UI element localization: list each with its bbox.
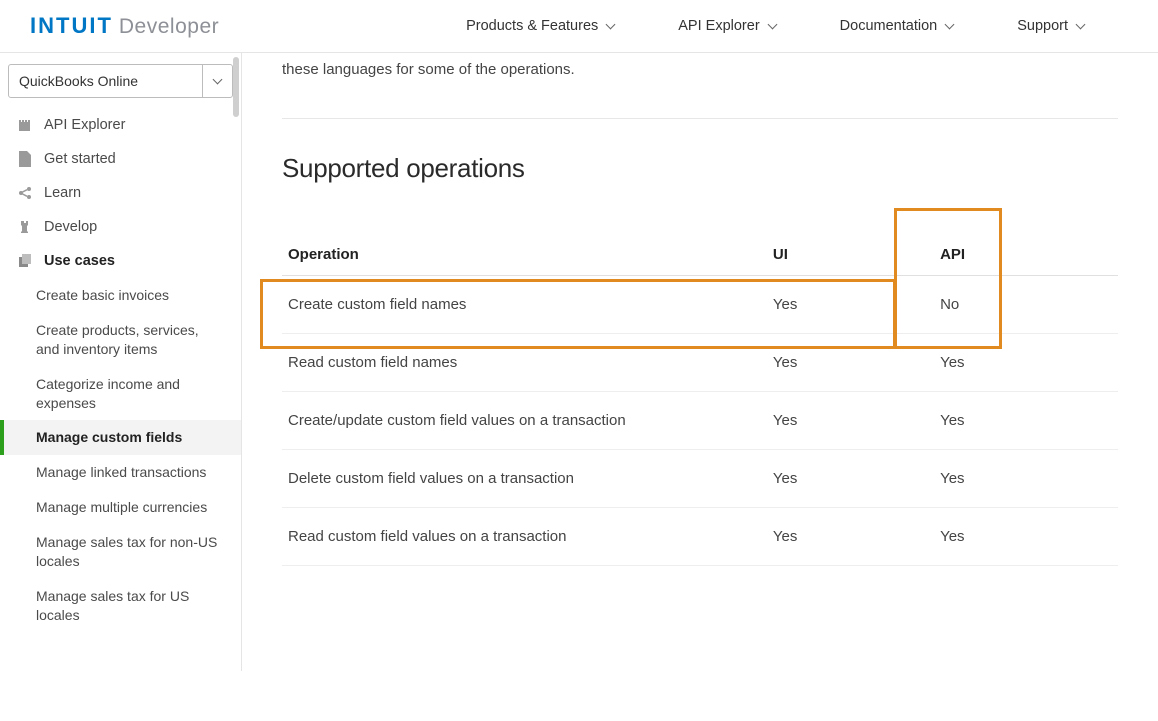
logo-brand: INTUIT xyxy=(30,13,113,39)
nav-api-explorer[interactable]: API Explorer xyxy=(678,18,779,34)
section-divider xyxy=(282,118,1118,119)
cell-ui: Yes xyxy=(767,392,934,450)
cell-operation: Read custom field names xyxy=(282,334,767,392)
sidebar-item-api-explorer[interactable]: API Explorer xyxy=(0,108,241,142)
cell-operation: Create custom field names xyxy=(282,276,767,334)
sidebar-usecase-item[interactable]: Manage sales tax for US locales xyxy=(0,579,241,633)
table-header-row: Operation UI API xyxy=(282,234,1118,276)
sidebar-item-get-started[interactable]: Get started xyxy=(0,142,241,176)
chevron-down-icon xyxy=(1074,19,1088,33)
sidebar-nav: API Explorer Get started Learn Develop xyxy=(0,108,241,278)
top-nav: INTUIT Developer Products & Features API… xyxy=(0,0,1158,53)
sidebar-item-learn[interactable]: Learn xyxy=(0,176,241,210)
cell-operation: Delete custom field values on a transact… xyxy=(282,450,767,508)
sidebar-usecases: Create basic invoicesCreate products, se… xyxy=(0,278,241,633)
table-row: Delete custom field values on a transact… xyxy=(282,450,1118,508)
operations-table: Operation UI API Create custom field nam… xyxy=(282,234,1118,566)
sidebar-usecase-item[interactable]: Manage linked transactions xyxy=(0,455,241,490)
sidebar-item-develop[interactable]: Develop xyxy=(0,210,241,244)
cell-ui: Yes xyxy=(767,334,934,392)
th-ui: UI xyxy=(767,234,934,276)
nav-label: Support xyxy=(1017,18,1068,34)
copy-icon xyxy=(16,252,34,270)
chevron-down-icon xyxy=(766,19,780,33)
cell-operation: Create/update custom field values on a t… xyxy=(282,392,767,450)
table-row: Read custom field namesYesYes xyxy=(282,334,1118,392)
sidebar-usecase-item[interactable]: Categorize income and expenses xyxy=(0,367,241,421)
sidebar-item-label: Use cases xyxy=(44,253,115,269)
section-title: Supported operations xyxy=(282,153,1118,184)
nav-label: Documentation xyxy=(840,18,938,34)
sidebar-usecase-item[interactable]: Create products, services, and inventory… xyxy=(0,313,241,367)
intro-text: these languages for some of the operatio… xyxy=(282,61,1118,78)
table-row: Read custom field values on a transactio… xyxy=(282,508,1118,566)
chevron-down-icon xyxy=(211,74,225,88)
top-nav-items: Products & Features API Explorer Documen… xyxy=(219,18,1128,34)
sidebar-scrollbar[interactable] xyxy=(231,55,241,721)
castle-icon xyxy=(16,116,34,134)
sidebar-item-label: API Explorer xyxy=(44,117,125,133)
sidebar: QuickBooks Online API Explorer Get start… xyxy=(0,53,242,671)
sidebar-usecase-item[interactable]: Create basic invoices xyxy=(0,278,241,313)
table-row: Create/update custom field values on a t… xyxy=(282,392,1118,450)
table-highlight-wrap: Operation UI API Create custom field nam… xyxy=(282,234,1118,566)
sidebar-item-label: Develop xyxy=(44,219,97,235)
cell-api: Yes xyxy=(934,334,1118,392)
main-content: these languages for some of the operatio… xyxy=(242,53,1158,671)
nav-label: API Explorer xyxy=(678,18,759,34)
product-selector-value: QuickBooks Online xyxy=(9,65,202,97)
nav-products-features[interactable]: Products & Features xyxy=(466,18,618,34)
share-icon xyxy=(16,184,34,202)
cell-api: Yes xyxy=(934,450,1118,508)
cell-api: No xyxy=(934,276,1118,334)
cell-api: Yes xyxy=(934,508,1118,566)
sidebar-item-use-cases[interactable]: Use cases xyxy=(0,244,241,278)
cell-ui: Yes xyxy=(767,508,934,566)
sidebar-usecase-item[interactable]: Manage multiple currencies xyxy=(0,490,241,525)
product-selector-toggle[interactable] xyxy=(202,65,232,97)
nav-support[interactable]: Support xyxy=(1017,18,1088,34)
product-selector[interactable]: QuickBooks Online xyxy=(8,64,233,98)
cell-api: Yes xyxy=(934,392,1118,450)
th-operation: Operation xyxy=(282,234,767,276)
sidebar-usecase-item[interactable]: Manage custom fields xyxy=(0,420,241,455)
rook-icon xyxy=(16,218,34,236)
sidebar-scroll-thumb[interactable] xyxy=(233,57,239,117)
cell-operation: Read custom field values on a transactio… xyxy=(282,508,767,566)
doc-icon xyxy=(16,150,34,168)
cell-ui: Yes xyxy=(767,276,934,334)
cell-ui: Yes xyxy=(767,450,934,508)
chevron-down-icon xyxy=(943,19,957,33)
table-row: Create custom field namesYesNo xyxy=(282,276,1118,334)
logo-sub: Developer xyxy=(119,15,219,39)
sidebar-usecase-item[interactable]: Manage sales tax for non-US locales xyxy=(0,525,241,579)
nav-documentation[interactable]: Documentation xyxy=(840,18,958,34)
sidebar-item-label: Learn xyxy=(44,185,81,201)
th-api: API xyxy=(934,234,1118,276)
sidebar-item-label: Get started xyxy=(44,151,116,167)
logo[interactable]: INTUIT Developer xyxy=(30,13,219,39)
chevron-down-icon xyxy=(604,19,618,33)
nav-label: Products & Features xyxy=(466,18,598,34)
